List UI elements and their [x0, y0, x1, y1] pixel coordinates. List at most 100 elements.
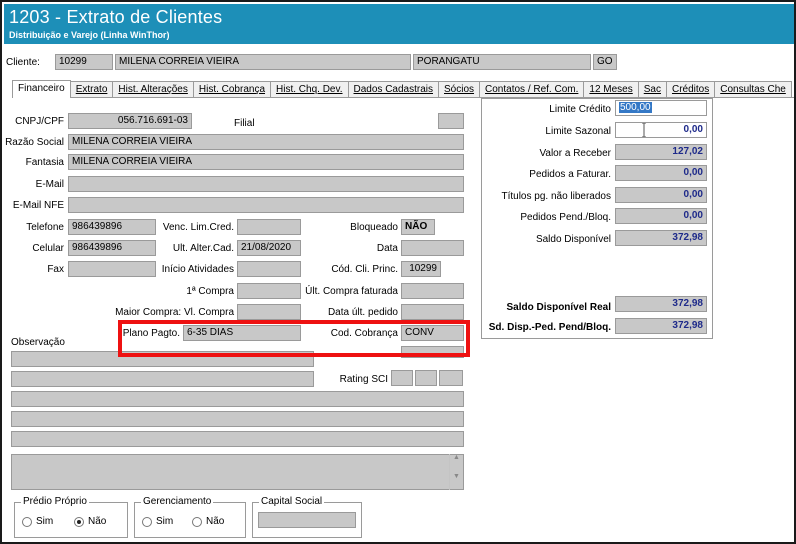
rating-field-2[interactable]: [415, 370, 437, 386]
observacao-line-5[interactable]: [11, 431, 464, 447]
maior-compra-field[interactable]: [237, 304, 301, 320]
inicio-ativ-label: Início Atividades: [161, 264, 234, 275]
scroll-down-icon[interactable]: ▼: [450, 473, 463, 480]
cnpj-field[interactable]: 056.716.691-03: [68, 113, 192, 129]
valor-receber-label: Valor a Receber: [539, 148, 611, 159]
plano-pagto-field[interactable]: 6-35 DIAS: [183, 325, 301, 341]
tab-consultas[interactable]: Consultas Che: [714, 81, 792, 97]
client-code-field[interactable]: 10299: [55, 54, 113, 70]
extrato-clientes-window: 1203 - Extrato de Clientes Distribuição …: [0, 0, 796, 544]
tab-hist-chq-dev[interactable]: Hist. Chq. Dev.: [270, 81, 349, 97]
radio-unchecked-icon: [22, 516, 32, 527]
cod-cli-princ-field[interactable]: 10299: [401, 261, 441, 277]
venc-lim-label: Venc. Lim.Cred.: [162, 222, 234, 233]
predio-nao-label: Não: [88, 516, 107, 527]
telefone-label: Telefone: [26, 222, 64, 233]
tab-contatos[interactable]: Contatos / Ref. Com.: [479, 81, 585, 97]
title-bar: 1203 - Extrato de Clientes Distribuição …: [4, 4, 794, 44]
valor-receber-field[interactable]: 127,02: [615, 144, 707, 160]
tab-bar: Financeiro Extrato Hist. Alterações Hist…: [12, 80, 794, 98]
razao-field[interactable]: MILENA CORREIA VIEIRA: [68, 134, 464, 150]
maior-compra-label: Maior Compra: Vl. Compra: [115, 307, 234, 318]
tab-financeiro[interactable]: Financeiro: [12, 80, 71, 98]
saldo-disp-field[interactable]: 372,98: [615, 230, 707, 246]
celular-label: Celular: [32, 243, 64, 254]
cod-cobranca-label: Cod. Cobrança: [330, 328, 398, 339]
fax-label: Fax: [47, 264, 64, 275]
pedidos-faturar-field[interactable]: 0,00: [615, 165, 707, 181]
radio-checked-icon: [74, 516, 84, 527]
scroll-up-icon[interactable]: ▲: [450, 454, 463, 461]
cod-cobranca-field[interactable]: CONV: [401, 325, 464, 341]
tab-hist-alteracoes[interactable]: Hist. Alterações: [112, 81, 194, 97]
client-name-field[interactable]: MILENA CORREIA VIEIRA: [115, 54, 411, 70]
observacao-line-3[interactable]: [11, 391, 464, 407]
memo-scrollbar[interactable]: ▲ ▼: [449, 454, 463, 490]
rating-field-1[interactable]: [391, 370, 413, 386]
bloqueado-label: Bloqueado: [350, 222, 398, 233]
limite-credito-value: 500,00: [619, 102, 652, 113]
observacao-line-1[interactable]: [11, 351, 314, 367]
saldo-real-label: Saldo Disponível Real: [506, 302, 611, 313]
gerenc-nao-radio[interactable]: Não: [192, 516, 224, 527]
pedidos-pend-field[interactable]: 0,00: [615, 208, 707, 224]
radio-unchecked-icon: [192, 516, 202, 527]
saldo-real-field[interactable]: 372,98: [615, 296, 707, 312]
data-field[interactable]: [401, 240, 464, 256]
limite-credito-label: Limite Crédito: [549, 104, 611, 115]
primeira-compra-label: 1ª Compra: [186, 286, 234, 297]
window-title: 1203 - Extrato de Clientes: [9, 7, 223, 27]
sd-disp-pend-field[interactable]: 372,98: [615, 318, 707, 334]
predio-nao-radio[interactable]: Não: [74, 516, 106, 527]
tab-extrato[interactable]: Extrato: [69, 81, 114, 97]
client-label: Cliente:: [6, 57, 40, 68]
email-nfe-label: E-Mail NFE: [12, 200, 64, 211]
filial-label: Filial: [234, 118, 255, 129]
gerenc-sim-radio[interactable]: Sim: [142, 516, 173, 527]
tab-12-meses[interactable]: 12 Meses: [583, 81, 639, 97]
venc-lim-field[interactable]: [237, 219, 301, 235]
inicio-ativ-field[interactable]: [237, 261, 301, 277]
tab-sac[interactable]: Sac: [637, 81, 667, 97]
predio-proprio-title: Prédio Próprio: [21, 496, 89, 507]
observacao-line-4[interactable]: [11, 411, 464, 427]
tab-creditos[interactable]: Créditos: [665, 81, 716, 97]
capital-social-title: Capital Social: [259, 496, 325, 507]
ult-compra-fat-field[interactable]: [401, 283, 464, 299]
tab-hist-cobranca[interactable]: Hist. Cobrança: [192, 81, 272, 97]
hidden-field[interactable]: [401, 346, 464, 358]
data-ult-pedido-field[interactable]: [401, 304, 464, 320]
predio-sim-radio[interactable]: Sim: [22, 516, 53, 527]
titulos-field[interactable]: 0,00: [615, 187, 707, 203]
limite-credito-field[interactable]: 500,00: [615, 100, 707, 116]
data-ult-pedido-label: Data últ. pedido: [327, 307, 398, 318]
gerenc-nao-label: Não: [206, 516, 225, 527]
cnpj-label: CNPJ/CPF: [15, 116, 64, 127]
email-label: E-Mail: [35, 179, 64, 190]
observacao-memo[interactable]: [11, 454, 464, 490]
client-state-field[interactable]: GO: [593, 54, 617, 70]
saldo-disp-label: Saldo Disponível: [535, 234, 611, 245]
sd-disp-pend-label: Sd. Disp.-Ped. Pend/Bloq.: [488, 322, 611, 333]
observacao-line-2[interactable]: [11, 371, 314, 387]
tab-dados-cadastrais[interactable]: Dados Cadastrais: [347, 81, 439, 97]
rating-field-3[interactable]: [439, 370, 463, 386]
email-field[interactable]: [68, 176, 464, 192]
email-nfe-field[interactable]: [68, 197, 464, 213]
client-city-field[interactable]: PORANGATU: [413, 54, 591, 70]
radio-unchecked-icon: [142, 516, 152, 527]
razao-label: Razão Social: [5, 137, 64, 148]
fantasia-field[interactable]: MILENA CORREIA VIEIRA: [68, 154, 464, 170]
ult-alter-field[interactable]: 21/08/2020: [237, 240, 301, 256]
observacao-label: Observação: [11, 337, 65, 348]
cod-cli-princ-label: Cód. Cli. Princ.: [331, 264, 398, 275]
gerenc-sim-label: Sim: [156, 516, 174, 527]
filial-field[interactable]: [438, 113, 464, 129]
capital-social-field[interactable]: [258, 512, 356, 528]
bloqueado-field[interactable]: NÃO: [401, 219, 435, 235]
predio-sim-label: Sim: [36, 516, 54, 527]
pedidos-faturar-label: Pedidos a Faturar.: [529, 169, 611, 180]
limite-sazonal-field[interactable]: 0,00: [615, 122, 707, 138]
tab-socios[interactable]: Sócios: [438, 81, 481, 97]
data-label: Data: [376, 243, 398, 254]
